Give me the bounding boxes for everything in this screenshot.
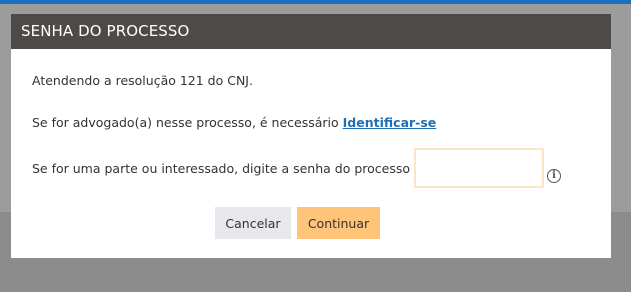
- resolution-text: Atendendo a resolução 121 do CNJ.: [32, 73, 253, 88]
- lawyer-text: Se for advogado(a) nesse processo, é nec…: [32, 115, 436, 130]
- info-icon[interactable]: i: [547, 169, 561, 183]
- party-text: Se for uma parte ou interessado, digite …: [32, 161, 411, 176]
- identify-link[interactable]: Identificar-se: [343, 115, 437, 130]
- dialog-title: SENHA DO PROCESSO: [11, 14, 611, 49]
- lawyer-text-prefix: Se for advogado(a) nesse processo, é nec…: [32, 115, 343, 130]
- continue-button[interactable]: Continuar: [297, 207, 380, 239]
- cancel-button[interactable]: Cancelar: [215, 207, 291, 239]
- password-dialog: SENHA DO PROCESSO Atendendo a resolução …: [11, 14, 611, 258]
- process-password-input[interactable]: [414, 148, 544, 188]
